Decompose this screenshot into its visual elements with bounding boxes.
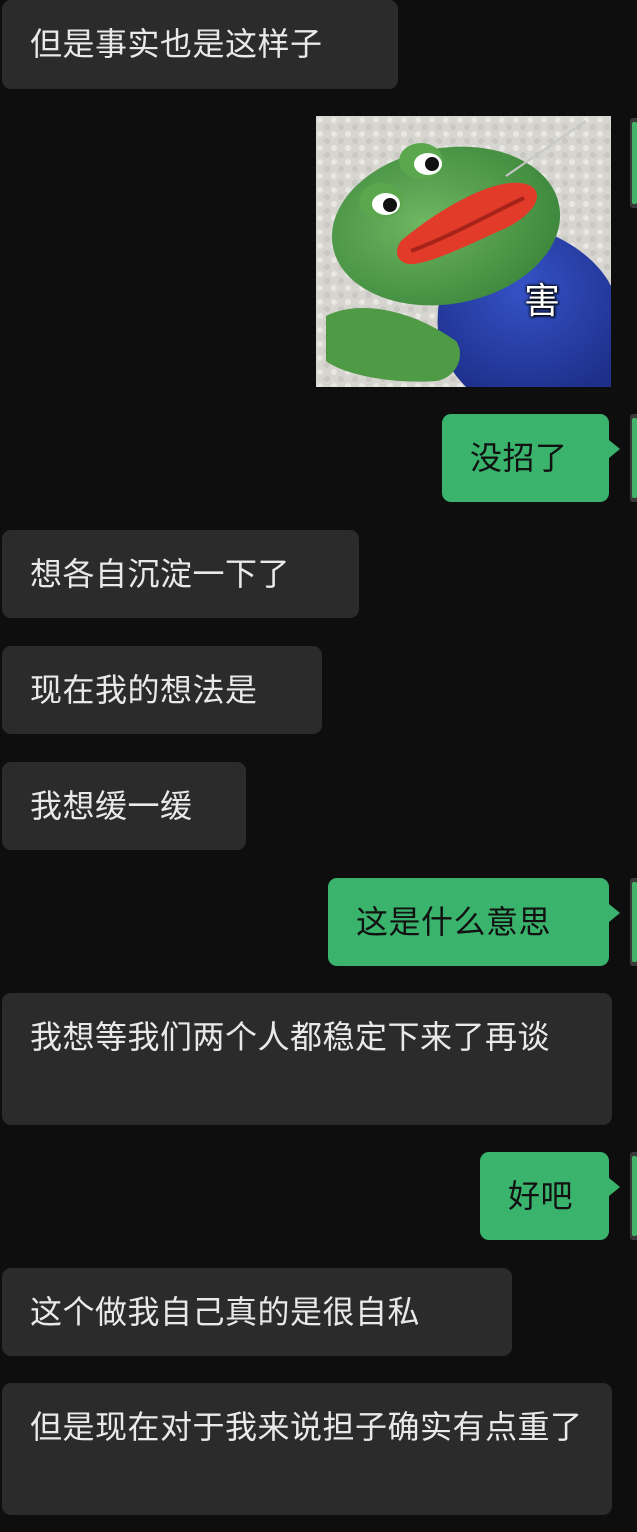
outgoing-message-bubble[interactable]: 这是什么意思 xyxy=(328,878,609,966)
incoming-message-bubble[interactable]: 这个做我自己真的是很自私 xyxy=(2,1268,512,1356)
self-avatar[interactable] xyxy=(630,414,637,502)
incoming-message-bubble[interactable]: 我想缓一缓 xyxy=(2,762,246,850)
outgoing-message-bubble[interactable]: 没招了 xyxy=(442,414,609,502)
bubble-tail xyxy=(609,440,620,458)
incoming-message-bubble[interactable]: 现在我的想法是 xyxy=(2,646,322,734)
outgoing-message-bubble[interactable]: 好吧 xyxy=(480,1152,609,1240)
bubble-tail xyxy=(609,904,620,922)
pepe-frog-sticker[interactable] xyxy=(316,116,611,387)
incoming-message-bubble[interactable]: 但是现在对于我来说担子确实有点重了 xyxy=(2,1383,612,1515)
chat-conversation: 但是事实也是这样子 害 没招了 想各自沉淀一下了 现在我的想法是 我想缓一缓 这… xyxy=(0,0,637,1532)
self-avatar[interactable] xyxy=(630,878,637,966)
bubble-tail xyxy=(609,1178,620,1196)
sticker-caption: 害 xyxy=(524,281,561,322)
incoming-message-bubble[interactable]: 但是事实也是这样子 xyxy=(2,0,398,89)
self-avatar[interactable] xyxy=(630,1152,637,1240)
self-avatar[interactable] xyxy=(630,118,637,208)
sticker-image xyxy=(316,116,611,387)
incoming-message-bubble[interactable]: 想各自沉淀一下了 xyxy=(2,530,359,618)
incoming-message-bubble[interactable]: 我想等我们两个人都稳定下来了再谈 xyxy=(2,993,612,1125)
